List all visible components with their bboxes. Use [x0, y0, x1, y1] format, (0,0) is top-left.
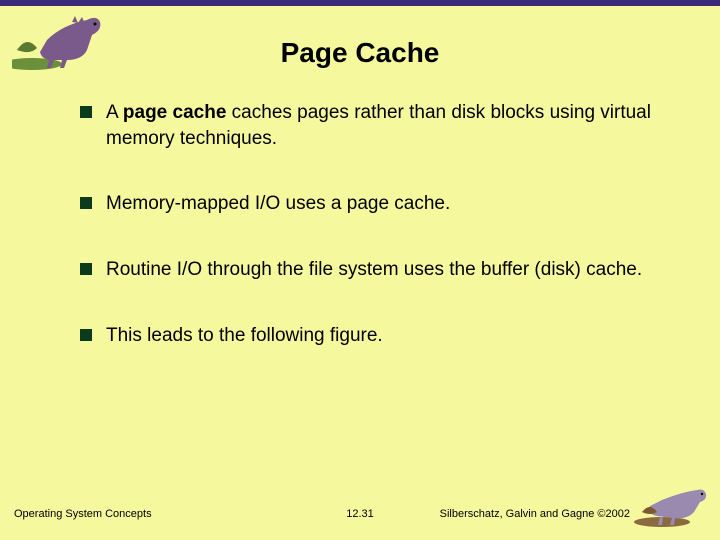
bullet-icon	[80, 106, 92, 118]
footer: Operating System Concepts 12.31 Silbersc…	[0, 508, 720, 528]
list-item: This leads to the following figure.	[80, 323, 660, 349]
slide: Page Cache A page cache caches pages rat…	[0, 0, 720, 540]
list-item: Routine I/O through the file system uses…	[80, 257, 660, 283]
bullet-icon	[80, 197, 92, 209]
bullet-icon	[80, 263, 92, 275]
bullet-text: Memory-mapped I/O uses a page cache.	[106, 191, 450, 217]
bullet-text: A page cache caches pages rather than di…	[106, 100, 660, 151]
footer-left-text: Operating System Concepts	[14, 508, 152, 520]
footer-page-number: 12.31	[346, 508, 374, 520]
list-item: Memory-mapped I/O uses a page cache.	[80, 191, 660, 217]
bullet-icon	[80, 329, 92, 341]
footer-copyright: Silberschatz, Galvin and Gagne ©2002	[440, 508, 630, 520]
bullet-text: Routine I/O through the file system uses…	[106, 257, 642, 283]
bullet-text: This leads to the following figure.	[106, 323, 383, 349]
page-title: Page Cache	[0, 37, 720, 69]
list-item: A page cache caches pages rather than di…	[80, 100, 660, 151]
top-accent-bar	[0, 0, 720, 6]
bullet-list: A page cache caches pages rather than di…	[80, 100, 660, 388]
